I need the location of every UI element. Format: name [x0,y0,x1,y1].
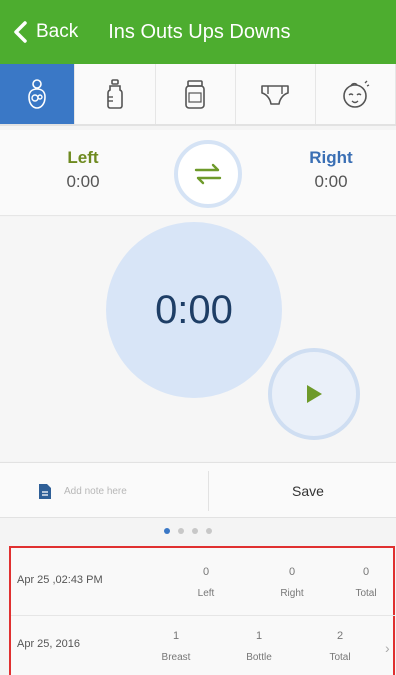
note-placeholder: Add note here [64,485,127,497]
history-list: Apr 25 ,02:43 PM 0 Left 0 Right 0 Total … [9,546,395,675]
breastfeed-icon [28,79,46,109]
note-input[interactable]: Add note here [38,463,206,519]
page-dot[interactable] [206,528,212,534]
back-button[interactable]: Back [12,21,78,43]
diaper-icon [261,85,290,105]
swap-arrows-icon [194,163,222,185]
page-dot[interactable] [164,528,170,534]
play-icon [307,385,322,403]
cell-label: Left [197,588,215,599]
note-document-icon [39,483,51,499]
chevron-left-icon [14,21,27,43]
swap-sides-button[interactable] [174,140,242,208]
top-bar: Back Ins Outs Ups Downs [0,0,396,64]
row-cell: 0 Left [179,566,233,599]
row-cell: 2 Total [313,630,367,663]
tab-breastfeed[interactable] [0,64,76,124]
cell-label: Bottle [246,652,272,663]
cell-label: Total [355,588,377,599]
cell-value: 0 [288,566,296,578]
note-save-bar: Add note here Save [0,462,396,518]
row-cell: 0 Total [339,566,393,599]
back-label: Back [36,21,79,42]
left-side-button[interactable]: Left 0:00 [48,148,118,192]
history-row[interactable]: Apr 25 ,02:43 PM 0 Left 0 Right 0 Total [11,554,395,616]
page-title: Ins Outs Ups Downs [108,20,291,43]
play-button[interactable] [268,348,360,440]
chevron-right-icon: › [385,640,390,656]
divider [208,471,209,511]
cell-value: 2 [336,630,344,642]
right-time: 0:00 [314,172,348,191]
page-dot[interactable] [178,528,184,534]
timer-circle: 0:00 [106,222,282,398]
tab-baby[interactable] [316,64,396,124]
row-date: Apr 25 ,02:43 PM [17,574,103,586]
category-tabs [0,64,396,126]
bottle-icon [107,79,123,109]
tab-diaper[interactable] [236,64,316,124]
row-date: Apr 25, 2016 [17,638,80,650]
left-label: Left [67,148,99,167]
cell-value: 1 [172,630,180,642]
tab-jar[interactable] [156,64,236,124]
tab-bottle[interactable] [75,64,156,124]
timer-display: 0:00 [155,287,233,332]
cell-label: Total [329,652,351,663]
right-label: Right [309,148,353,167]
history-row[interactable]: Apr 25, 2016 1 Breast 1 Bottle 2 Total › [11,618,395,675]
page-dot[interactable] [192,528,198,534]
baby-face-icon [343,80,370,108]
left-time: 0:00 [66,172,100,191]
cell-value: 0 [202,566,210,578]
cell-label: Right [280,588,304,599]
row-cell: 0 Right [265,566,319,599]
row-cell: 1 Breast [149,630,203,663]
right-side-button[interactable]: Right 0:00 [296,148,366,192]
row-cell: 1 Bottle [232,630,286,663]
cell-value: 1 [255,630,263,642]
page-indicator [0,520,396,542]
save-button[interactable]: Save [258,463,358,519]
jar-icon [185,80,205,109]
cell-label: Breast [161,652,191,663]
cell-value: 0 [362,566,370,578]
